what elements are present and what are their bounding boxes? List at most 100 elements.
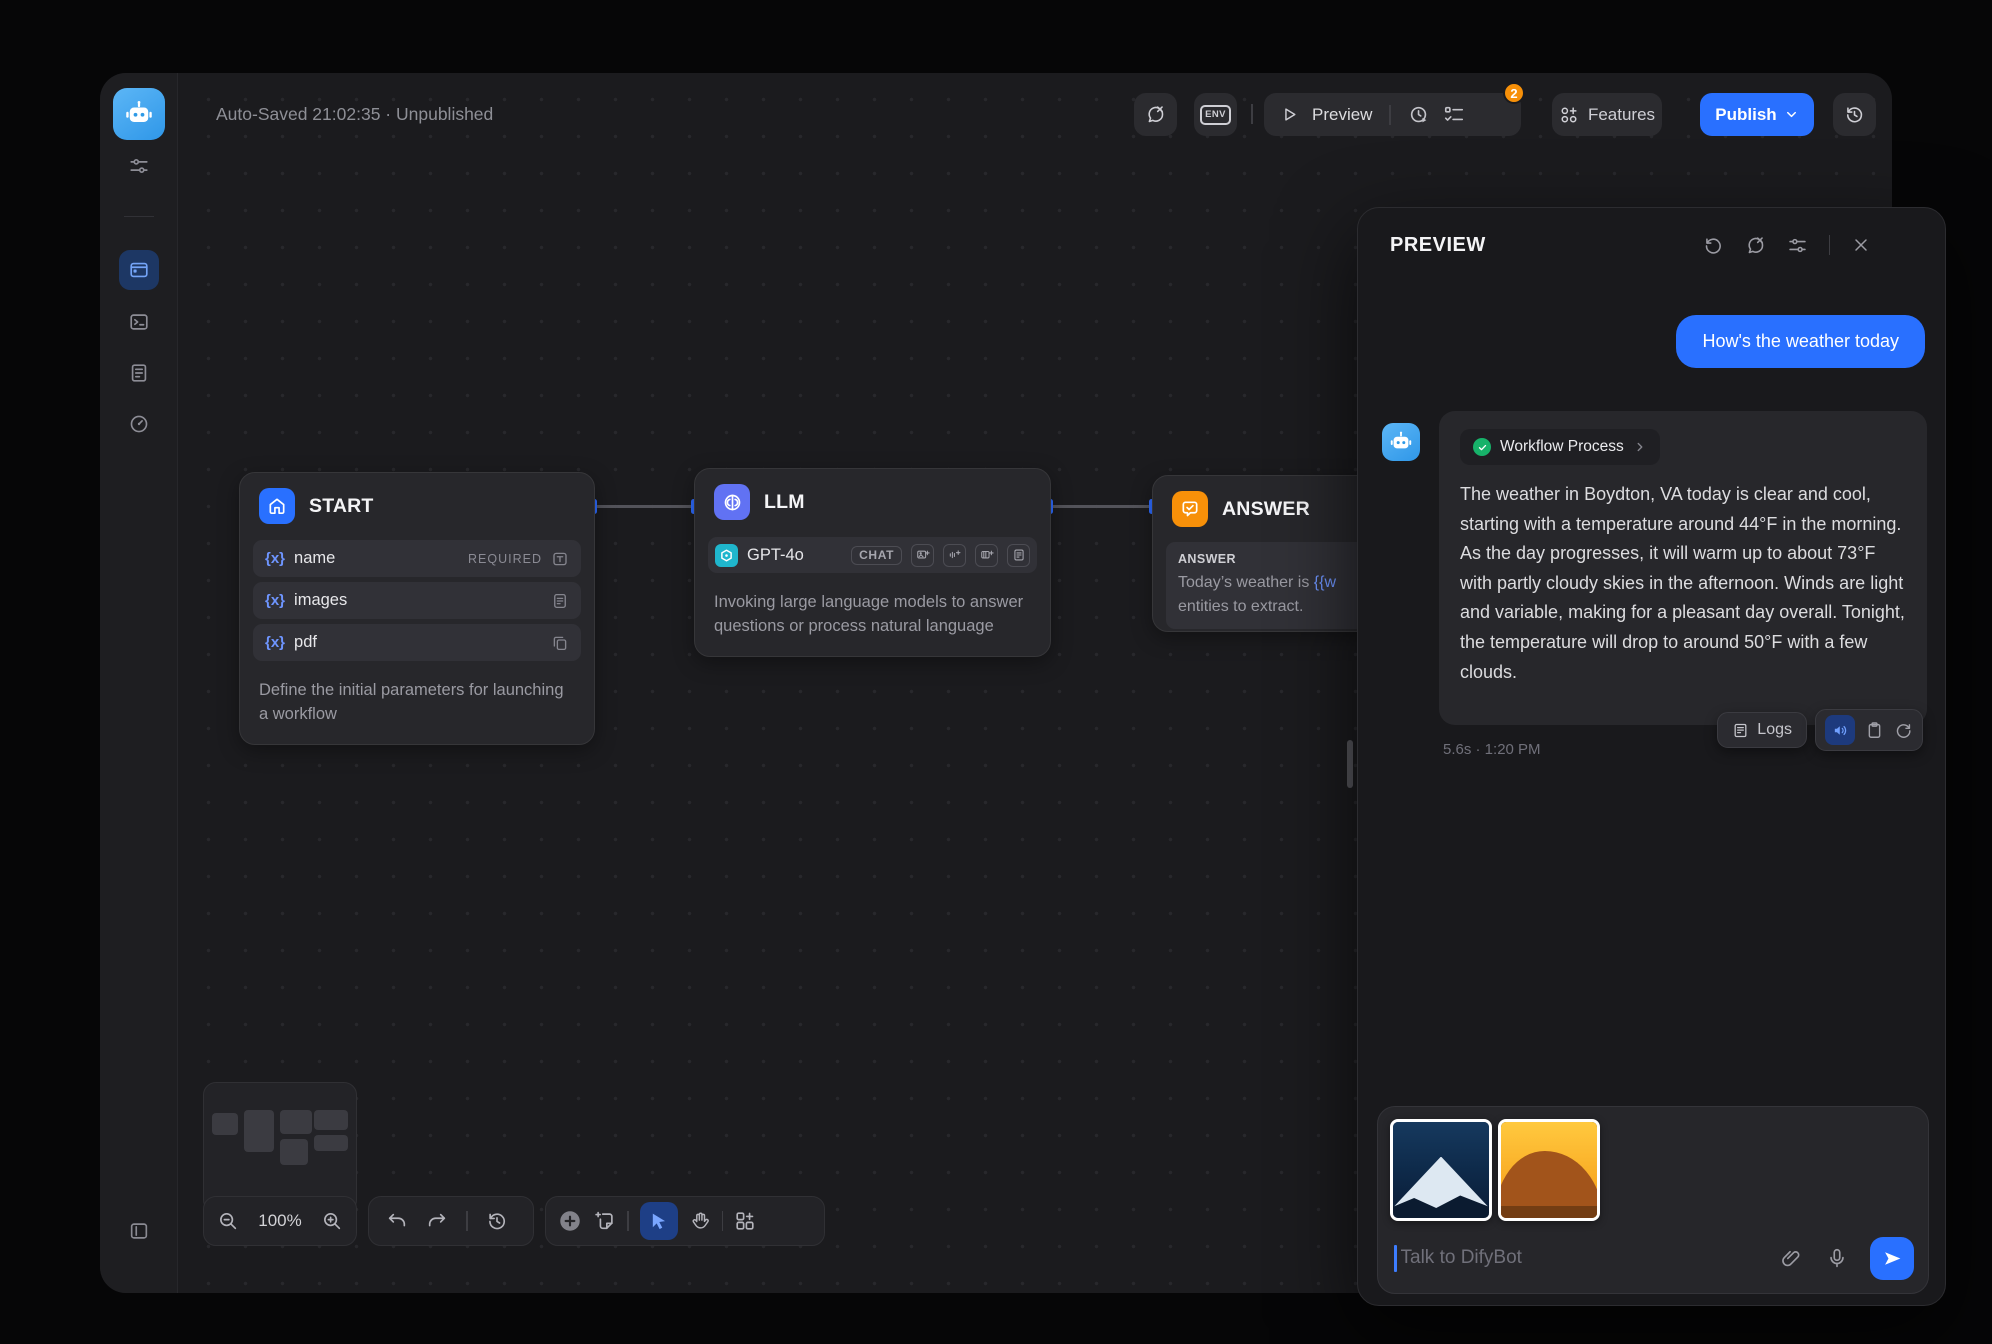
node-description: Define the initial parameters for launch… (253, 678, 581, 728)
chat-edit-icon (1145, 104, 1166, 125)
collapse-panel-icon (128, 1220, 150, 1242)
play-icon (1280, 105, 1299, 124)
workflow-process-label: Workflow Process (1500, 438, 1624, 456)
app-window-icon (128, 259, 150, 281)
variable-token: {x} (265, 550, 285, 567)
edge-llm-answer (1053, 505, 1149, 508)
panel-resize-handle[interactable] (1347, 740, 1353, 788)
chat-edit-icon[interactable] (1745, 235, 1766, 256)
variable-token: {x} (265, 592, 285, 609)
checklist-icon[interactable] (1443, 104, 1465, 126)
collapse-sidebar-button[interactable] (119, 1211, 159, 1251)
undo-redo-controls (368, 1196, 534, 1246)
answer-template-variable: {{w (1314, 574, 1336, 591)
model-selector[interactable]: GPT-4o CHAT (708, 537, 1037, 573)
node-title: LLM (764, 491, 805, 514)
sidebar-item-api[interactable] (119, 302, 159, 342)
group-divider (1389, 105, 1391, 125)
field-name: images (294, 591, 347, 610)
pointer-mode-button[interactable] (640, 1202, 678, 1240)
chat-input[interactable] (1397, 1247, 1757, 1269)
undo-button[interactable] (386, 1210, 408, 1232)
features-button[interactable]: Features (1552, 93, 1662, 136)
regenerate-icon[interactable] (1894, 721, 1913, 740)
redo-button[interactable] (426, 1210, 448, 1232)
minimap[interactable] (203, 1082, 357, 1213)
app-logo[interactable] (113, 88, 165, 140)
sidebar-item-settings[interactable] (119, 146, 159, 186)
edge-start-llm (597, 505, 693, 508)
conversation-settings-icon[interactable] (1787, 235, 1808, 256)
logs-button[interactable]: Logs (1717, 712, 1807, 748)
microphone-icon[interactable] (1826, 1247, 1848, 1269)
logs-icon (1732, 722, 1749, 739)
node-llm[interactable]: LLM GPT-4o CHAT Invoking large language … (694, 468, 1051, 657)
required-tag: REQUIRED (468, 552, 542, 566)
document-capability-icon (1007, 544, 1030, 567)
change-history-button[interactable] (486, 1210, 508, 1232)
checklist-badge: 2 (1503, 82, 1525, 104)
node-title: START (309, 495, 374, 518)
version-history-button[interactable] (1833, 93, 1876, 136)
audio-capability-icon (943, 544, 966, 567)
toolbar-divider (466, 1211, 468, 1231)
attachment-night-mountain-photo[interactable] (1390, 1119, 1492, 1221)
node-description: Invoking large language models to answer… (708, 590, 1037, 640)
variable-token: {x} (265, 634, 285, 651)
llm-brain-icon (714, 484, 750, 520)
topbar-divider (1251, 104, 1253, 124)
sidebar-divider (124, 216, 154, 217)
paragraph-icon (551, 592, 569, 610)
toolbar-divider (722, 1211, 724, 1231)
zoom-level[interactable]: 100% (258, 1211, 301, 1231)
chat-input-container (1377, 1106, 1929, 1294)
bot-message-card: Workflow Process The weather in Boydton,… (1439, 411, 1927, 725)
success-check-icon (1473, 438, 1491, 456)
add-node-button[interactable] (557, 1208, 583, 1234)
model-mode-badge: CHAT (851, 546, 902, 565)
openai-icon (715, 544, 738, 567)
publish-button[interactable]: Publish (1700, 93, 1814, 136)
preview-header: PREVIEW (1358, 208, 1945, 282)
add-note-button[interactable] (594, 1210, 616, 1232)
speaker-icon[interactable] (1825, 715, 1855, 745)
node-start[interactable]: START {x} name REQUIRED {x} images {x} (239, 472, 595, 745)
sidebar-item-orchestrate[interactable] (119, 250, 159, 290)
organize-blocks-button[interactable] (734, 1210, 756, 1232)
zoom-controls: 100% (203, 1196, 357, 1246)
workflow-process-toggle[interactable]: Workflow Process (1460, 429, 1660, 465)
document-list-icon (128, 362, 150, 384)
restart-conversation-icon[interactable] (1703, 235, 1724, 256)
header-divider (1829, 235, 1831, 255)
field-name: pdf (294, 633, 317, 652)
send-button[interactable] (1870, 1237, 1914, 1280)
bot-message-text: The weather in Boydton, VA today is clea… (1460, 480, 1910, 687)
run-history-icon[interactable] (1408, 104, 1430, 126)
preview-title: PREVIEW (1390, 234, 1486, 257)
robot-icon (124, 99, 154, 129)
start-field-images[interactable]: {x} images (253, 582, 581, 619)
copy-icon[interactable] (1865, 721, 1884, 740)
zoom-out-button[interactable] (217, 1210, 239, 1232)
zoom-in-button[interactable] (321, 1210, 343, 1232)
video-capability-icon (975, 544, 998, 567)
close-icon[interactable] (1851, 235, 1871, 255)
node-title: ANSWER (1222, 498, 1310, 521)
robot-icon (1389, 430, 1413, 454)
start-field-name[interactable]: {x} name REQUIRED (253, 540, 581, 577)
sidebar-item-logs[interactable] (119, 353, 159, 393)
env-variables-button[interactable]: ENV (1194, 93, 1237, 136)
canvas-tools (545, 1196, 825, 1246)
attach-file-icon[interactable] (1780, 1247, 1802, 1269)
sidebar (100, 73, 178, 1293)
annotation-button[interactable] (1134, 93, 1177, 136)
preview-button[interactable]: Preview (1312, 105, 1372, 125)
attachment-sunset-mountain-photo[interactable] (1498, 1119, 1600, 1221)
hand-mode-button[interactable] (689, 1210, 711, 1232)
gauge-icon (128, 413, 150, 435)
start-field-pdf[interactable]: {x} pdf (253, 624, 581, 661)
features-label: Features (1588, 105, 1655, 125)
sidebar-item-monitoring[interactable] (119, 404, 159, 444)
logs-label: Logs (1757, 721, 1792, 739)
publish-label: Publish (1715, 105, 1776, 125)
